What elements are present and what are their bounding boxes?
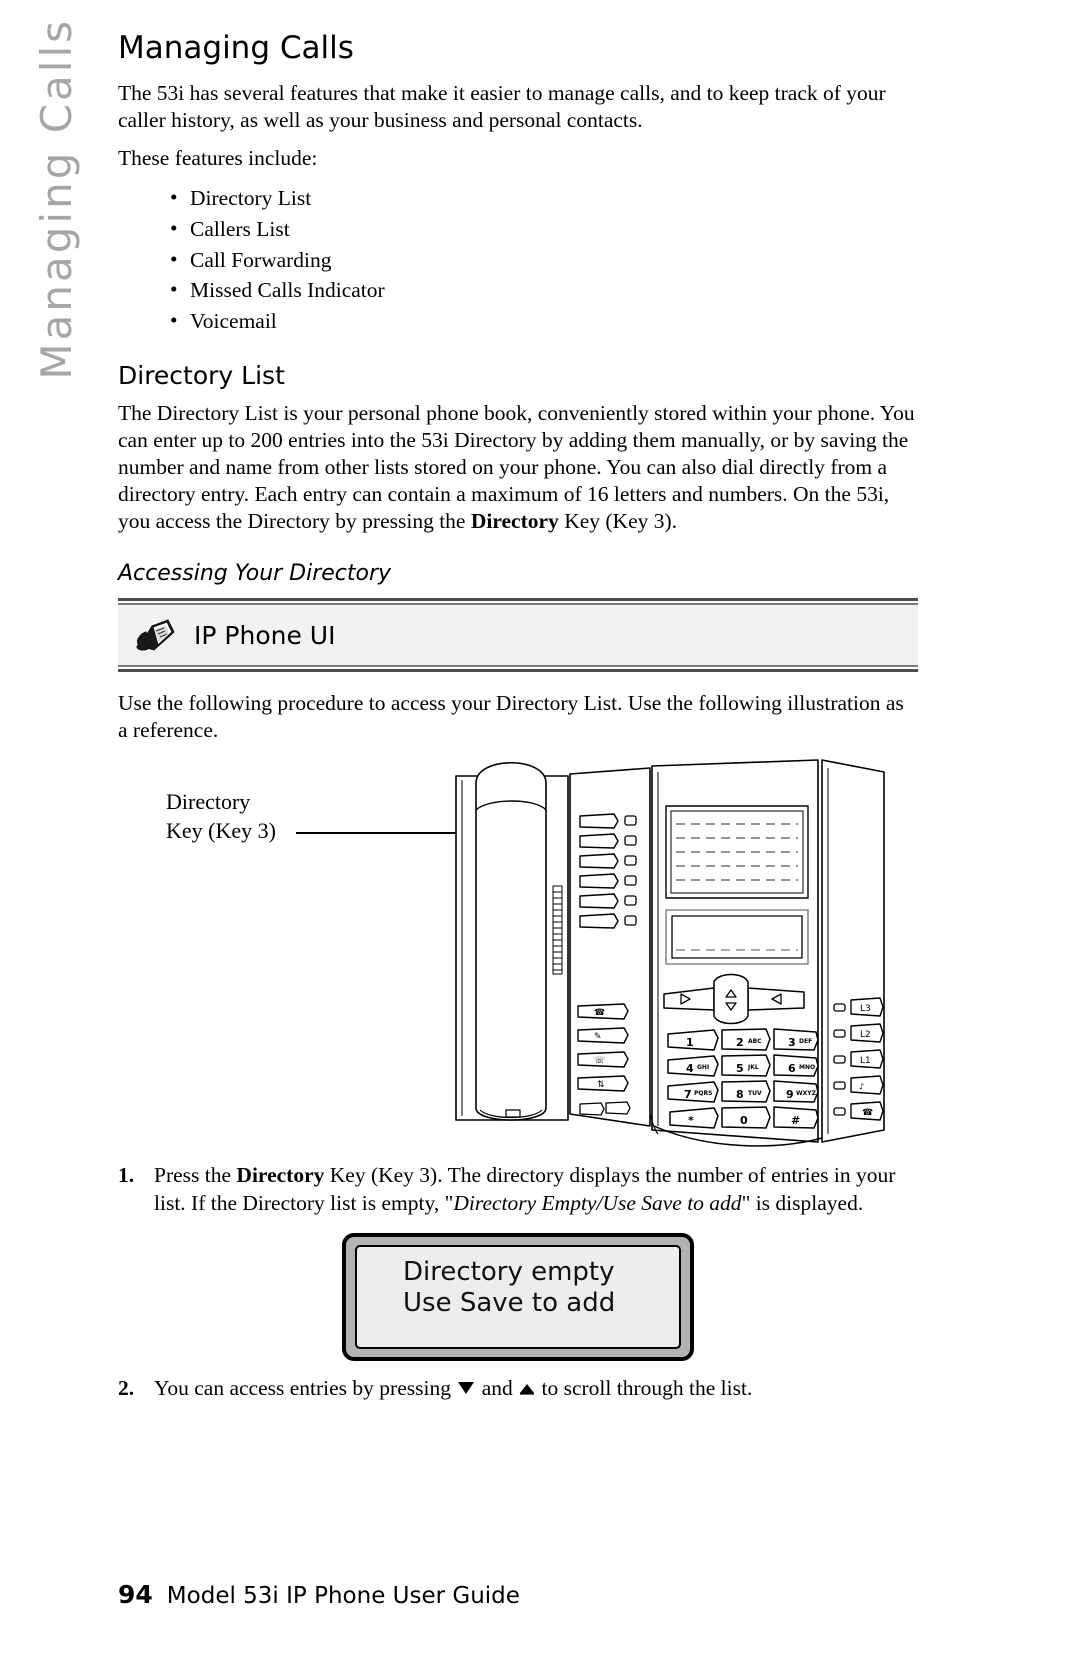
list-item: Call Forwarding bbox=[170, 244, 918, 276]
callout-directory-key: Directory Key (Key 3) bbox=[166, 788, 276, 845]
svg-text:☏: ☏ bbox=[594, 1056, 605, 1066]
svg-text:♪: ♪ bbox=[859, 1082, 864, 1091]
lcd-line-2: Use Save to add bbox=[403, 1288, 616, 1319]
step-text-run: You can access entries by pressing bbox=[154, 1376, 457, 1401]
page-content: Managing Calls The 53i has several featu… bbox=[118, 0, 918, 1410]
lcd-display-mock: Directory empty Use Save to add bbox=[118, 1233, 918, 1362]
svg-text:9: 9 bbox=[786, 1088, 794, 1101]
section-title-directory-list: Directory List bbox=[118, 360, 285, 390]
directory-list-paragraph: The Directory List is your personal phon… bbox=[118, 400, 918, 535]
svg-text:☎: ☎ bbox=[862, 1108, 873, 1118]
page-footer: 94 Model 53i IP Phone User Guide bbox=[118, 1580, 918, 1609]
svg-text:TUV: TUV bbox=[748, 1090, 762, 1097]
svg-text:☎: ☎ bbox=[594, 1008, 605, 1018]
lcd-line-1: Directory empty bbox=[403, 1257, 615, 1288]
directory-key-bold: Directory bbox=[470, 509, 559, 534]
ip-phone-diagram: ☎ ✎ ☏ ⇅ 1 2 ABC 3 DEF 4 GHI 5 JKL 6 MNO … bbox=[455, 759, 885, 1148]
callout-line-1: Directory bbox=[166, 789, 251, 815]
svg-text:✎: ✎ bbox=[594, 1032, 602, 1042]
paragraph-text-run: Key (Key 3). bbox=[558, 509, 678, 534]
step-1: 1. Press the Directory Key (Key 3). The d… bbox=[118, 1162, 918, 1217]
svg-text:GHI: GHI bbox=[697, 1064, 709, 1071]
lcd-screen: Directory empty Use Save to add bbox=[355, 1245, 681, 1350]
intro-paragraph: The 53i has several features that make i… bbox=[118, 81, 886, 133]
svg-text:⇅: ⇅ bbox=[597, 1080, 605, 1090]
step-text-run: " is displayed. bbox=[741, 1190, 864, 1215]
down-arrow-icon bbox=[456, 1376, 476, 1403]
subsection-title-accessing-your-directory: Accessing Your Directory bbox=[118, 561, 392, 587]
list-item: Missed Calls Indicator bbox=[170, 274, 918, 306]
up-arrow-icon bbox=[518, 1376, 536, 1403]
svg-text:5: 5 bbox=[736, 1062, 744, 1075]
svg-text:PQRS: PQRS bbox=[694, 1090, 712, 1097]
svg-text:MNO: MNO bbox=[799, 1064, 815, 1071]
list-item: Voicemail bbox=[170, 305, 918, 337]
svg-text:4: 4 bbox=[686, 1062, 694, 1075]
svg-text:DEF: DEF bbox=[799, 1038, 812, 1045]
svg-text:L2: L2 bbox=[860, 1030, 871, 1040]
svg-text:#: # bbox=[791, 1114, 800, 1127]
svg-text:0: 0 bbox=[740, 1114, 748, 1127]
step-text-run: Press the bbox=[154, 1163, 237, 1188]
step-text-run: and bbox=[476, 1376, 519, 1401]
procedure-intro-paragraph: Use the following procedure to access yo… bbox=[118, 691, 904, 743]
banner-label: IP Phone UI bbox=[194, 620, 336, 650]
page-title: Managing Calls bbox=[118, 30, 354, 66]
step-number: 2. bbox=[118, 1376, 135, 1401]
phone-illustration: Directory Key (Key 3) ☎ ✎ ☏ ⇅ 1 2 ABC 3 … bbox=[118, 758, 918, 1158]
list-item: Directory List bbox=[170, 182, 918, 214]
features-list: Directory List Callers List Call Forward… bbox=[118, 182, 918, 337]
svg-text:1: 1 bbox=[686, 1036, 694, 1049]
features-lead-text: These features include: bbox=[118, 146, 318, 171]
list-item: Callers List bbox=[170, 213, 918, 245]
procedure-steps: 1. Press the Directory Key (Key 3). The d… bbox=[118, 1162, 918, 1217]
procedure-steps-continued: 2. You can access entries by pressing and… bbox=[118, 1375, 918, 1404]
svg-text:8: 8 bbox=[736, 1088, 744, 1101]
step-number: 1. bbox=[118, 1163, 135, 1188]
svg-text:JKL: JKL bbox=[747, 1064, 759, 1071]
callout-line-2: Key (Key 3) bbox=[166, 818, 276, 844]
step-text-run: to scroll through the list. bbox=[536, 1376, 753, 1401]
page-number: 94 bbox=[118, 1580, 153, 1609]
svg-text:WXYZ: WXYZ bbox=[796, 1090, 817, 1097]
svg-text:2: 2 bbox=[736, 1036, 744, 1049]
banner-bottom-rule-thick bbox=[118, 669, 918, 673]
chapter-margin-tab-label: Managing Calls bbox=[31, 18, 81, 380]
banner-body: IP Phone UI bbox=[118, 605, 918, 666]
ip-phone-icon bbox=[134, 614, 180, 656]
svg-text:7: 7 bbox=[684, 1088, 692, 1101]
step-bold-directory: Directory bbox=[236, 1163, 325, 1188]
svg-text:3: 3 bbox=[788, 1036, 796, 1049]
svg-text:ABC: ABC bbox=[748, 1038, 762, 1045]
ip-phone-ui-banner: IP Phone UI bbox=[118, 598, 918, 673]
step-italic-message: Directory Empty/Use Save to add bbox=[453, 1190, 742, 1215]
svg-text:*: * bbox=[688, 1114, 694, 1127]
svg-text:6: 6 bbox=[788, 1062, 796, 1075]
step-2: 2. You can access entries by pressing and… bbox=[118, 1375, 918, 1404]
chapter-margin-tab: Managing Calls bbox=[0, 0, 112, 560]
svg-text:L3: L3 bbox=[860, 1004, 871, 1014]
guide-title: Model 53i IP Phone User Guide bbox=[166, 1583, 520, 1609]
svg-text:L1: L1 bbox=[860, 1056, 871, 1066]
lcd-bezel: Directory empty Use Save to add bbox=[342, 1233, 694, 1362]
